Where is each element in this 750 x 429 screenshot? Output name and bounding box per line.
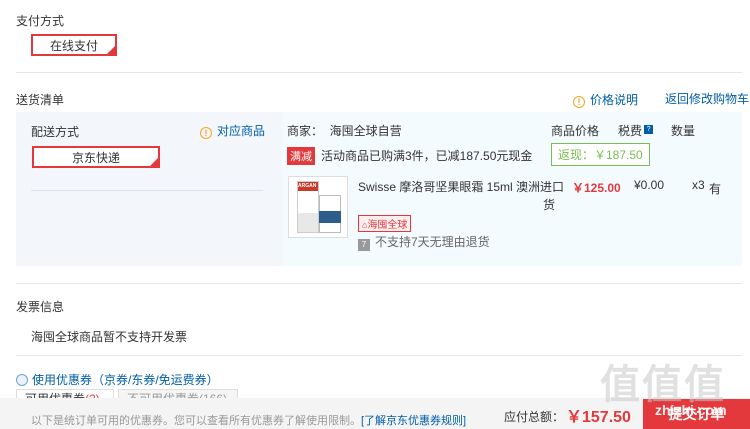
col-price-header: 商品价格: [551, 124, 600, 138]
total-label: 应付总额：: [504, 410, 565, 424]
shipping-method-label: 配送方式: [31, 125, 80, 139]
coupon-rules-link[interactable]: [了解京东优惠券规则]: [361, 415, 466, 427]
merchant-label: 商家： 海囤全球自营: [287, 124, 402, 138]
col-tax-label: 税费: [618, 124, 643, 138]
price-note-label: 价格说明: [590, 93, 639, 107]
product-box-stripe: [319, 211, 341, 223]
warning-icon: !: [200, 127, 212, 139]
invoice-title: 发票信息: [16, 300, 65, 314]
coupon-radio-icon: [16, 374, 28, 386]
product-name-tail: 货: [543, 198, 556, 212]
divider: [16, 283, 742, 284]
match-products-label: 对应商品: [217, 124, 266, 138]
method-divider: [31, 190, 263, 191]
shipping-method-option[interactable]: 京东快递: [32, 146, 160, 168]
product-brand-text: ARGAN: [298, 183, 317, 189]
col-tax-header: 税费?: [618, 122, 654, 139]
payment-option-label: 在线支付: [49, 38, 98, 53]
product-image[interactable]: ARGAN: [288, 176, 348, 238]
no-return-label: 不支持7天无理由退货: [375, 235, 490, 249]
haitun-tag-label: 海囤全球: [367, 220, 408, 231]
col-qty-header: 数量: [671, 124, 696, 138]
no-return-note: 7 不支持7天无理由退货: [358, 233, 490, 251]
warning-icon: !: [573, 96, 585, 108]
shipping-method-panel: 配送方式 ! 对应商品 京东快递: [16, 112, 276, 266]
promo-badge: 满减: [287, 147, 315, 165]
tax-help-icon[interactable]: ?: [644, 125, 654, 134]
product-name-link[interactable]: Swisse 摩洛哥坚果眼霜 15ml 澳洲进口: [358, 178, 580, 196]
watermark-url: zhizhi.com: [655, 402, 727, 418]
haitun-global-tag: ⌂海囤全球: [358, 215, 412, 232]
coupon-toggle[interactable]: 使用优惠券（京券/东券/免运费券）: [16, 371, 219, 388]
coupon-hint: 以下是统订单可用的优惠券。您可以查看所有优惠券了解使用限制。[了解京东优惠券规则…: [31, 412, 466, 428]
coupon-hint-text: 以下是统订单可用的优惠券。您可以查看所有优惠券了解使用限制。: [31, 415, 361, 427]
no-return-icon: 7: [358, 239, 370, 251]
product-tax: ¥0.00: [634, 178, 665, 192]
coupon-label: 使用优惠券（京券/东券/免运费券）: [32, 373, 219, 387]
match-products-link[interactable]: ! 对应商品: [200, 122, 265, 139]
payment-online-option[interactable]: 在线支付: [31, 34, 117, 56]
payment-title: 支付方式: [16, 14, 65, 28]
selected-corner-icon: [150, 158, 158, 166]
promo-row: 满减 活动商品已购满3件，已减187.50元现金: [287, 147, 532, 165]
stock-status: 有: [709, 182, 722, 196]
shipping-list-title: 送货清单: [16, 93, 65, 107]
product-price: ￥125.00: [572, 181, 621, 195]
price-note-link[interactable]: ! 价格说明: [573, 91, 638, 108]
selected-corner-icon: [107, 46, 115, 54]
divider: [16, 72, 742, 73]
product-qty: x3: [692, 178, 705, 192]
shipping-option-label: 京东快递: [71, 150, 120, 165]
promo-text: 活动商品已购满3件，已减187.50元现金: [321, 149, 533, 163]
back-to-cart-link[interactable]: 返回修改购物车: [665, 90, 749, 107]
cashback-badge: 返现：￥187.50: [551, 143, 650, 166]
invoice-note: 海囤全球商品暂不支持开发票: [31, 330, 188, 344]
